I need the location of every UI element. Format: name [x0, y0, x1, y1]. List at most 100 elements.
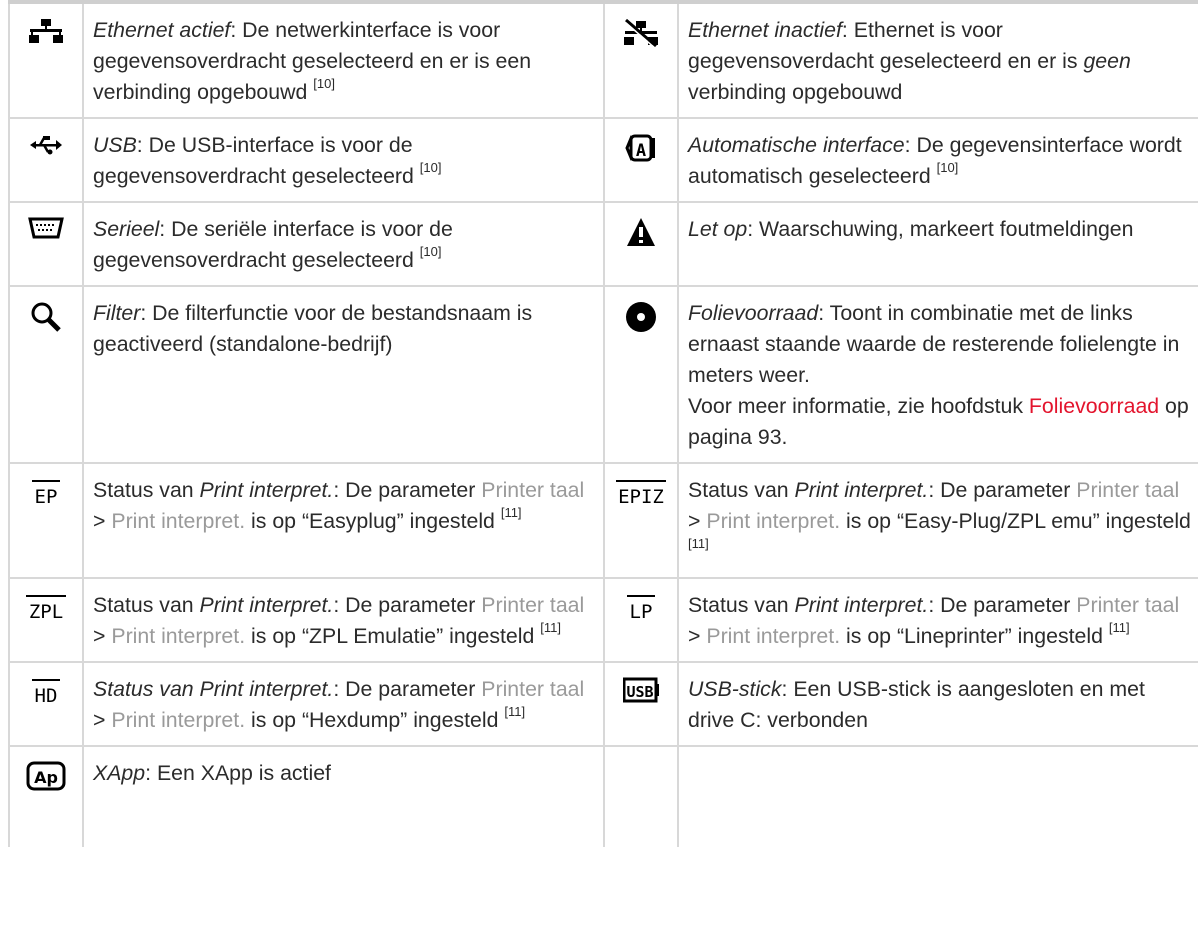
description-cell: Folievoorraad: Toont in combinatie met d…: [677, 285, 1198, 464]
description-text: : Waarschuwing, markeert foutmeldingen: [747, 217, 1134, 241]
term-name: Filter: [93, 301, 141, 325]
legend-row: USB: De USB-interface is voor de gegeven…: [8, 117, 1198, 203]
description-text: >: [688, 624, 707, 648]
description-text: : De parameter: [928, 593, 1077, 617]
description-text: : De parameter: [333, 677, 482, 701]
term-name: USB-stick: [688, 677, 782, 701]
filter-magnifier-icon: [30, 301, 62, 333]
description-text: : De parameter: [333, 478, 482, 502]
description-text: Status van: [93, 593, 200, 617]
icon-cell: USB: [603, 661, 679, 747]
description-cell: Ethernet inactief: Ethernet is voor gege…: [677, 0, 1198, 119]
svg-text:EP: EP: [35, 486, 58, 506]
description-cell: Automatische interface: De gegevensinter…: [677, 117, 1198, 203]
footnote-ref: [10]: [313, 75, 335, 91]
term-name: USB: [93, 133, 137, 157]
footnote-ref: [11]: [504, 703, 526, 719]
svg-text:ZPL: ZPL: [29, 601, 63, 621]
description-text: >: [93, 509, 112, 533]
ethernet-inactive-icon: [623, 18, 659, 48]
icon-cell: [8, 285, 84, 464]
term-name: Print interpret.: [794, 593, 929, 617]
hd-status-icon: HD: [29, 677, 63, 705]
term-name: Automatische interface: [688, 133, 905, 157]
description-text: Voor meer informatie, zie hoofdstuk: [688, 394, 1029, 418]
menu-path: Print interpret.: [111, 624, 246, 648]
description-cell: USB: De USB-interface is voor de gegeven…: [82, 117, 605, 203]
svg-text:HD: HD: [35, 685, 58, 705]
footnote-ref: [10]: [419, 159, 442, 175]
menu-path: Print interpret.: [706, 624, 841, 648]
menu-path: Print interpret.: [111, 708, 246, 732]
menu-path: Printer taal: [481, 593, 585, 617]
term-name: geen: [1083, 49, 1131, 73]
description-cell: Status van Print interpret.: De paramete…: [677, 577, 1198, 663]
description-text: Status van: [93, 478, 200, 502]
term-name: XApp: [93, 761, 146, 785]
description-text: : Een XApp is actief: [145, 761, 331, 785]
menu-path: Printer taal: [481, 478, 585, 502]
legend-row: ZPL Status van Print interpret.: De param…: [8, 577, 1198, 663]
xapp-icon: Ap: [26, 761, 66, 791]
footnote-ref: [10]: [936, 159, 959, 175]
description-text: >: [688, 509, 707, 533]
icon-cell: Ap: [8, 745, 84, 847]
epiz-status-icon: EPIZ: [613, 478, 669, 506]
svg-text:A: A: [636, 141, 646, 161]
term-name: Print interpret.: [794, 478, 929, 502]
icon-legend-table: Ethernet actief: De netwerkinterface is …: [8, 0, 1198, 847]
menu-path: Print interpret.: [111, 509, 246, 533]
icon-cell: [603, 285, 679, 464]
lp-status-icon: LP: [624, 593, 658, 621]
legend-row: Serieel: De seriële interface is voor de…: [8, 201, 1198, 287]
zpl-status-icon: ZPL: [23, 593, 69, 621]
description-cell: [677, 745, 1198, 847]
description-text: Status van: [688, 478, 795, 502]
icon-cell: EPIZ: [603, 462, 679, 579]
term-name: Let op: [688, 217, 748, 241]
term-name: Serieel: [93, 217, 160, 241]
icon-cell: EP: [8, 462, 84, 579]
svg-text:EPIZ: EPIZ: [618, 486, 664, 506]
icon-cell: ZPL: [8, 577, 84, 663]
term-name: Print interpret.: [199, 478, 334, 502]
description-cell: XApp: Een XApp is actief: [82, 745, 605, 847]
description-cell: Status van Print interpret.: De paramete…: [677, 462, 1198, 579]
description-cell: Status van Print interpret.: De paramete…: [82, 462, 605, 579]
description-cell: Filter: De filterfunctie voor de bestand…: [82, 285, 605, 464]
menu-path: Printer taal: [1076, 478, 1180, 502]
serial-port-icon: [28, 217, 64, 239]
description-text: : De parameter: [333, 593, 482, 617]
legend-row: Ap XApp: Een XApp is actief: [8, 745, 1198, 847]
menu-path: Print interpret.: [706, 509, 841, 533]
description-text: >: [93, 624, 112, 648]
description-cell: Serieel: De seriële interface is voor de…: [82, 201, 605, 287]
term-name: Folievoorraad: [688, 301, 819, 325]
icon-cell: [8, 201, 84, 287]
description-cell: Status van Print interpret.: De paramete…: [82, 661, 605, 747]
icon-cell: [8, 0, 84, 119]
description-text: >: [93, 708, 112, 732]
term-name: Ethernet actief: [93, 18, 231, 42]
svg-text:USB: USB: [626, 683, 653, 701]
icon-cell: [603, 745, 679, 847]
legend-row: Ethernet actief: De netwerkinterface is …: [8, 0, 1198, 119]
icon-cell: LP: [603, 577, 679, 663]
description-text: : De filterfunctie voor de bestandsnaam …: [93, 301, 533, 356]
description-cell: Ethernet actief: De netwerkinterface is …: [82, 0, 605, 119]
menu-path: Printer taal: [1076, 593, 1180, 617]
chapter-link[interactable]: Folievoorraad: [1029, 394, 1159, 418]
icon-legend-body: Ethernet actief: De netwerkinterface is …: [8, 0, 1198, 847]
icon-cell: HD: [8, 661, 84, 747]
icon-cell: [603, 0, 679, 119]
footnote-ref: [11]: [500, 504, 522, 520]
foil-supply-icon: [625, 301, 657, 333]
description-cell: Let op: Waarschuwing, markeert foutmeldi…: [677, 201, 1198, 287]
footnote-ref: [11]: [1108, 619, 1130, 635]
svg-text:Ap: Ap: [34, 768, 58, 787]
icon-cell: [8, 117, 84, 203]
term-name: Ethernet inactief: [688, 18, 842, 42]
ethernet-active-icon: [29, 18, 63, 44]
footnote-ref: [11]: [540, 619, 561, 635]
legend-row: EP Status van Print interpret.: De parame…: [8, 462, 1198, 579]
